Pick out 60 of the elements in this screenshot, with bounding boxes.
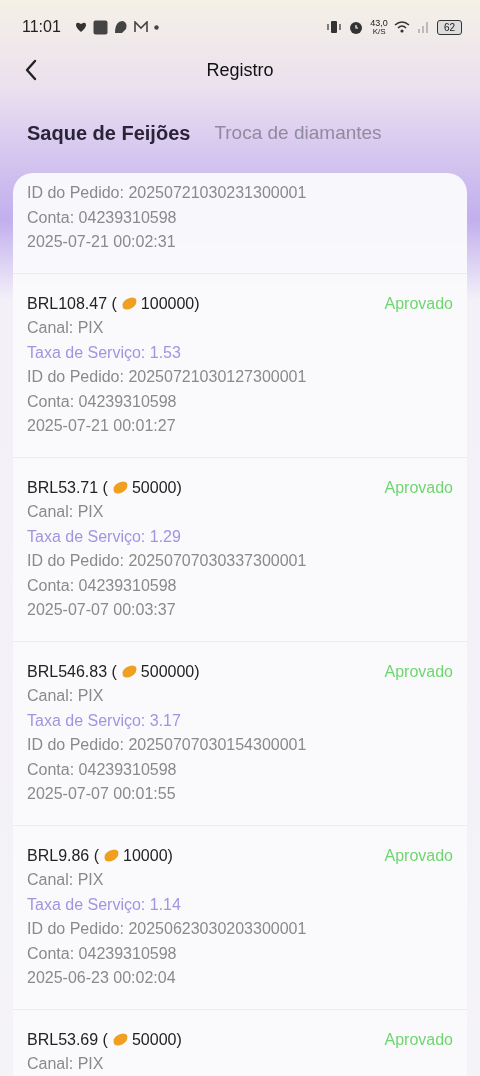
mail-icon [133, 21, 148, 33]
back-button[interactable] [24, 59, 38, 81]
account-text: Conta: 04239310598 [27, 943, 178, 964]
tab[interactable]: Saque de Feijões [27, 121, 191, 145]
bean-icon [111, 480, 129, 496]
amount-text: BRL53.71 ( [27, 477, 108, 498]
date-text: 2025-07-21 00:02:31 [27, 232, 177, 252]
wifi-icon [393, 20, 411, 34]
network-speed: 43,0 [370, 18, 388, 28]
page-title: Registro [206, 59, 274, 81]
fee-text: Taxa de Serviço: 1.29 [27, 526, 182, 547]
bean-icon [120, 296, 138, 312]
bean-icon [111, 1032, 129, 1048]
channel-text: Canal: PIX [27, 502, 105, 522]
date-text: 2025-07-21 00:01:27 [27, 416, 177, 436]
amount-text: BRL53.69 ( [27, 1029, 108, 1050]
signal-icon [416, 20, 431, 34]
status-text: Aprovado [384, 661, 453, 682]
order-id-text: ID do Pedido: 20250623030203300001 [27, 919, 308, 939]
bean-count: 10000) [123, 845, 173, 866]
bean-count: 50000) [131, 477, 182, 498]
channel-text: Canal: PIX [27, 686, 105, 706]
fee-text: Taxa de Serviço: 3.17 [27, 710, 182, 731]
app-icon [92, 19, 108, 35]
date-text: 2025-07-07 00:03:37 [27, 600, 177, 620]
fee-text: Taxa de Serviço: 1.14 [27, 894, 182, 915]
bean-icon [103, 848, 121, 864]
heart-icon [74, 21, 87, 33]
date-text: 2025-06-23 00:02:04 [27, 968, 177, 988]
order-id-text: ID do Pedido: 20250707030154300001 [27, 735, 308, 755]
fee-text: Taxa de Serviço: 1.53 [27, 342, 182, 363]
bean-count: 500000) [140, 661, 200, 682]
order-id-text: ID do Pedido: 20250707030337300001 [27, 551, 308, 571]
status-text: Aprovado [384, 293, 453, 314]
status-text: Aprovado [384, 1029, 453, 1050]
order-id-text: ID do Pedido: 20250721030231300001 [27, 183, 308, 203]
amount-text: BRL546.83 ( [27, 661, 117, 682]
speed-unit: K/S [372, 27, 386, 36]
channel-text: Canal: PIX [27, 318, 105, 338]
status-text: Aprovado [384, 845, 453, 866]
amount-text: BRL108.47 ( [27, 293, 117, 314]
bean-icon [120, 664, 138, 680]
bean-count: 100000) [140, 293, 200, 314]
account-text: Conta: 04239310598 [27, 391, 178, 412]
date-text: 2025-07-07 00:01:55 [27, 784, 177, 804]
alarm-icon [348, 19, 365, 35]
app-icon [113, 20, 128, 34]
account-text: Conta: 04239310598 [27, 575, 178, 596]
status-text: Aprovado [384, 477, 453, 498]
vibrate-icon [326, 19, 343, 35]
bean-count: 50000) [131, 1029, 182, 1050]
channel-text: Canal: PIX [27, 1054, 105, 1074]
account-text: Conta: 04239310598 [27, 759, 178, 780]
order-id-text: ID do Pedido: 20250721030127300001 [27, 367, 308, 387]
amount-text: BRL9.86 ( [27, 845, 100, 866]
dot-icon [153, 24, 159, 30]
channel-text: Canal: PIX [27, 870, 105, 890]
account-text: Conta: 04239310598 [27, 207, 178, 228]
status-time: 11:01 [22, 18, 61, 36]
battery-level: 62 [436, 19, 462, 35]
